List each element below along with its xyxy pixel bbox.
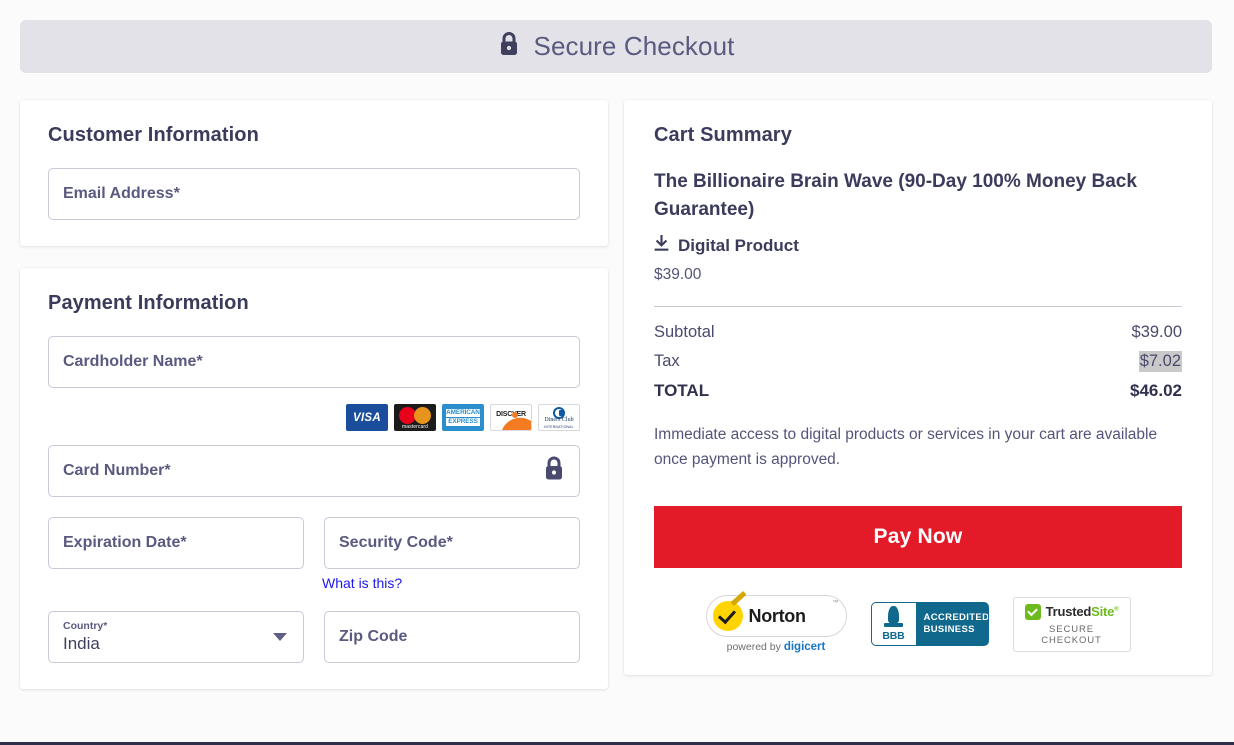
trustedsite-word1: Trusted [1045,604,1092,620]
mastercard-label: mastercard [401,424,428,430]
visa-label: VISA [352,411,382,424]
email-field-label: Email Address* [63,185,180,202]
customer-information-card: Customer Information Email Address* [20,100,608,246]
cart-summary-title: Cart Summary [654,124,792,146]
checkout-columns: Customer Information Email Address* Paym… [20,100,1212,689]
zip-code-field[interactable]: Zip Code [324,611,580,663]
what-is-this-link[interactable]: What is this? [322,575,402,591]
amex-label-line2: EXPRESS [446,418,480,426]
cardholder-name-label: Cardholder Name* [63,353,203,370]
trust-badges: Norton ™ powered by digicert BBB ACCREDI… [654,591,1182,653]
trustedsite-subtitle: SECURE CHECKOUT [1041,623,1102,646]
norton-wordmark: Norton [748,605,806,626]
diners-club-icon: Diners Club INTERNATIONAL [538,404,580,431]
download-icon [654,234,669,257]
norton-powered-by: powered by digicert [706,641,847,653]
payment-information-title: Payment Information [48,292,249,314]
checkout-page: Secure Checkout Customer Information Ema… [0,0,1234,745]
subtotal-label: Subtotal [654,323,715,342]
amex-label-line1: AMERICAN [446,409,480,417]
trustedsite-registered-mark: ® [1114,606,1119,613]
accepted-card-brands: VISA mastercard AMERICAN EXPRESS DISCVER [48,404,580,431]
card-number-field[interactable]: Card Number* [48,445,580,497]
norton-pill: Norton ™ [705,591,847,638]
subtotal-row: Subtotal $39.00 [654,323,1182,342]
expiration-date-field[interactable]: Expiration Date* [48,517,304,569]
trustedsite-logo-row: TrustedSite® [1021,603,1123,620]
bbb-torch-icon [884,606,903,628]
payment-information-card: Payment Information Cardholder Name* VIS… [20,268,608,689]
cart-summary-card: Cart Summary The Billionaire Brain Wave … [624,100,1212,676]
tax-label: Tax [654,352,680,371]
diners-club-label-line1: Diners Club [544,417,574,423]
bbb-text-block: ACCREDITED BUSINESS [916,603,989,645]
country-zip-row: Country* India Zip Code [48,611,580,663]
total-row: TOTAL $46.02 [654,381,1182,401]
bbb-logo-block: BBB [871,603,916,646]
country-select-label: Country* [63,620,108,633]
product-price: $39.00 [654,266,702,284]
lock-icon [543,456,565,487]
customer-information-title: Customer Information [48,124,259,146]
discover-label: DISCVER [496,411,526,418]
security-code-field[interactable]: Security Code* [324,517,580,569]
total-label: TOTAL [654,381,710,401]
delivery-type-label: Digital Product [678,236,799,256]
card-gap [20,246,608,268]
discover-icon: DISCVER [490,404,532,431]
product-name: The Billionaire Brain Wave (90-Day 100% … [654,171,1137,220]
diners-club-label-line2: INTERNATIONAL [544,424,574,429]
card-number-label: Card Number* [63,462,171,479]
visa-icon: VISA [346,404,388,431]
norton-checkmark-icon [712,591,746,632]
expiration-security-row: Expiration Date* Security Code* [48,517,580,569]
security-code-label: Security Code* [339,534,453,551]
digicert-wordmark: digicert [783,641,826,654]
checkout-left-column: Customer Information Email Address* Paym… [20,100,608,689]
delivery-type-row: Digital Product [654,234,1182,257]
tax-value: $7.02 [1138,351,1182,373]
discover-orange-dot [512,411,518,418]
tax-row: Tax $7.02 [654,351,1182,373]
bbb-line1: ACCREDITED [923,611,989,623]
norton-badge: Norton ™ powered by digicert [705,591,847,653]
norton-tick-accent [730,591,746,607]
cardholder-name-field[interactable]: Cardholder Name* [48,336,580,388]
summary-divider [654,306,1182,308]
subtotal-value: $39.00 [1131,323,1182,342]
lock-icon [498,31,520,62]
norton-powered-prefix: powered by [726,641,781,654]
chevron-down-icon[interactable] [273,633,287,641]
pay-now-button[interactable]: Pay Now [654,506,1182,569]
bbb-line2: BUSINESS [923,624,975,636]
check-icon [1024,603,1041,620]
country-select-value: India [63,634,100,654]
fulfillment-note: Immediate access to digital products or … [654,426,1158,469]
bbb-accredited-badge: BBB ACCREDITED BUSINESS ® [870,602,989,647]
trustedsite-word2: Site [1091,604,1115,620]
expiration-date-label: Expiration Date* [63,534,187,551]
trustedsite-wordmark: TrustedSite® [1046,604,1119,619]
checkout-right-column: Cart Summary The Billionaire Brain Wave … [624,100,1212,676]
trustedsite-badge: TrustedSite® SECURE CHECKOUT [1012,596,1131,652]
bbb-letters: BBB [882,630,905,643]
total-value: $46.02 [1130,381,1182,401]
secure-checkout-header: Secure Checkout [20,20,1212,73]
secure-checkout-title: Secure Checkout [533,31,735,61]
security-help-row: What is this? [48,575,580,591]
country-select[interactable]: Country* India [48,611,304,663]
zip-code-label: Zip Code [339,628,408,645]
mastercard-orange-circle [414,407,431,424]
american-express-icon: AMERICAN EXPRESS [442,404,484,431]
norton-trademark: ™ [832,600,839,607]
email-field[interactable]: Email Address* [48,168,580,220]
mastercard-icon: mastercard [394,404,436,431]
